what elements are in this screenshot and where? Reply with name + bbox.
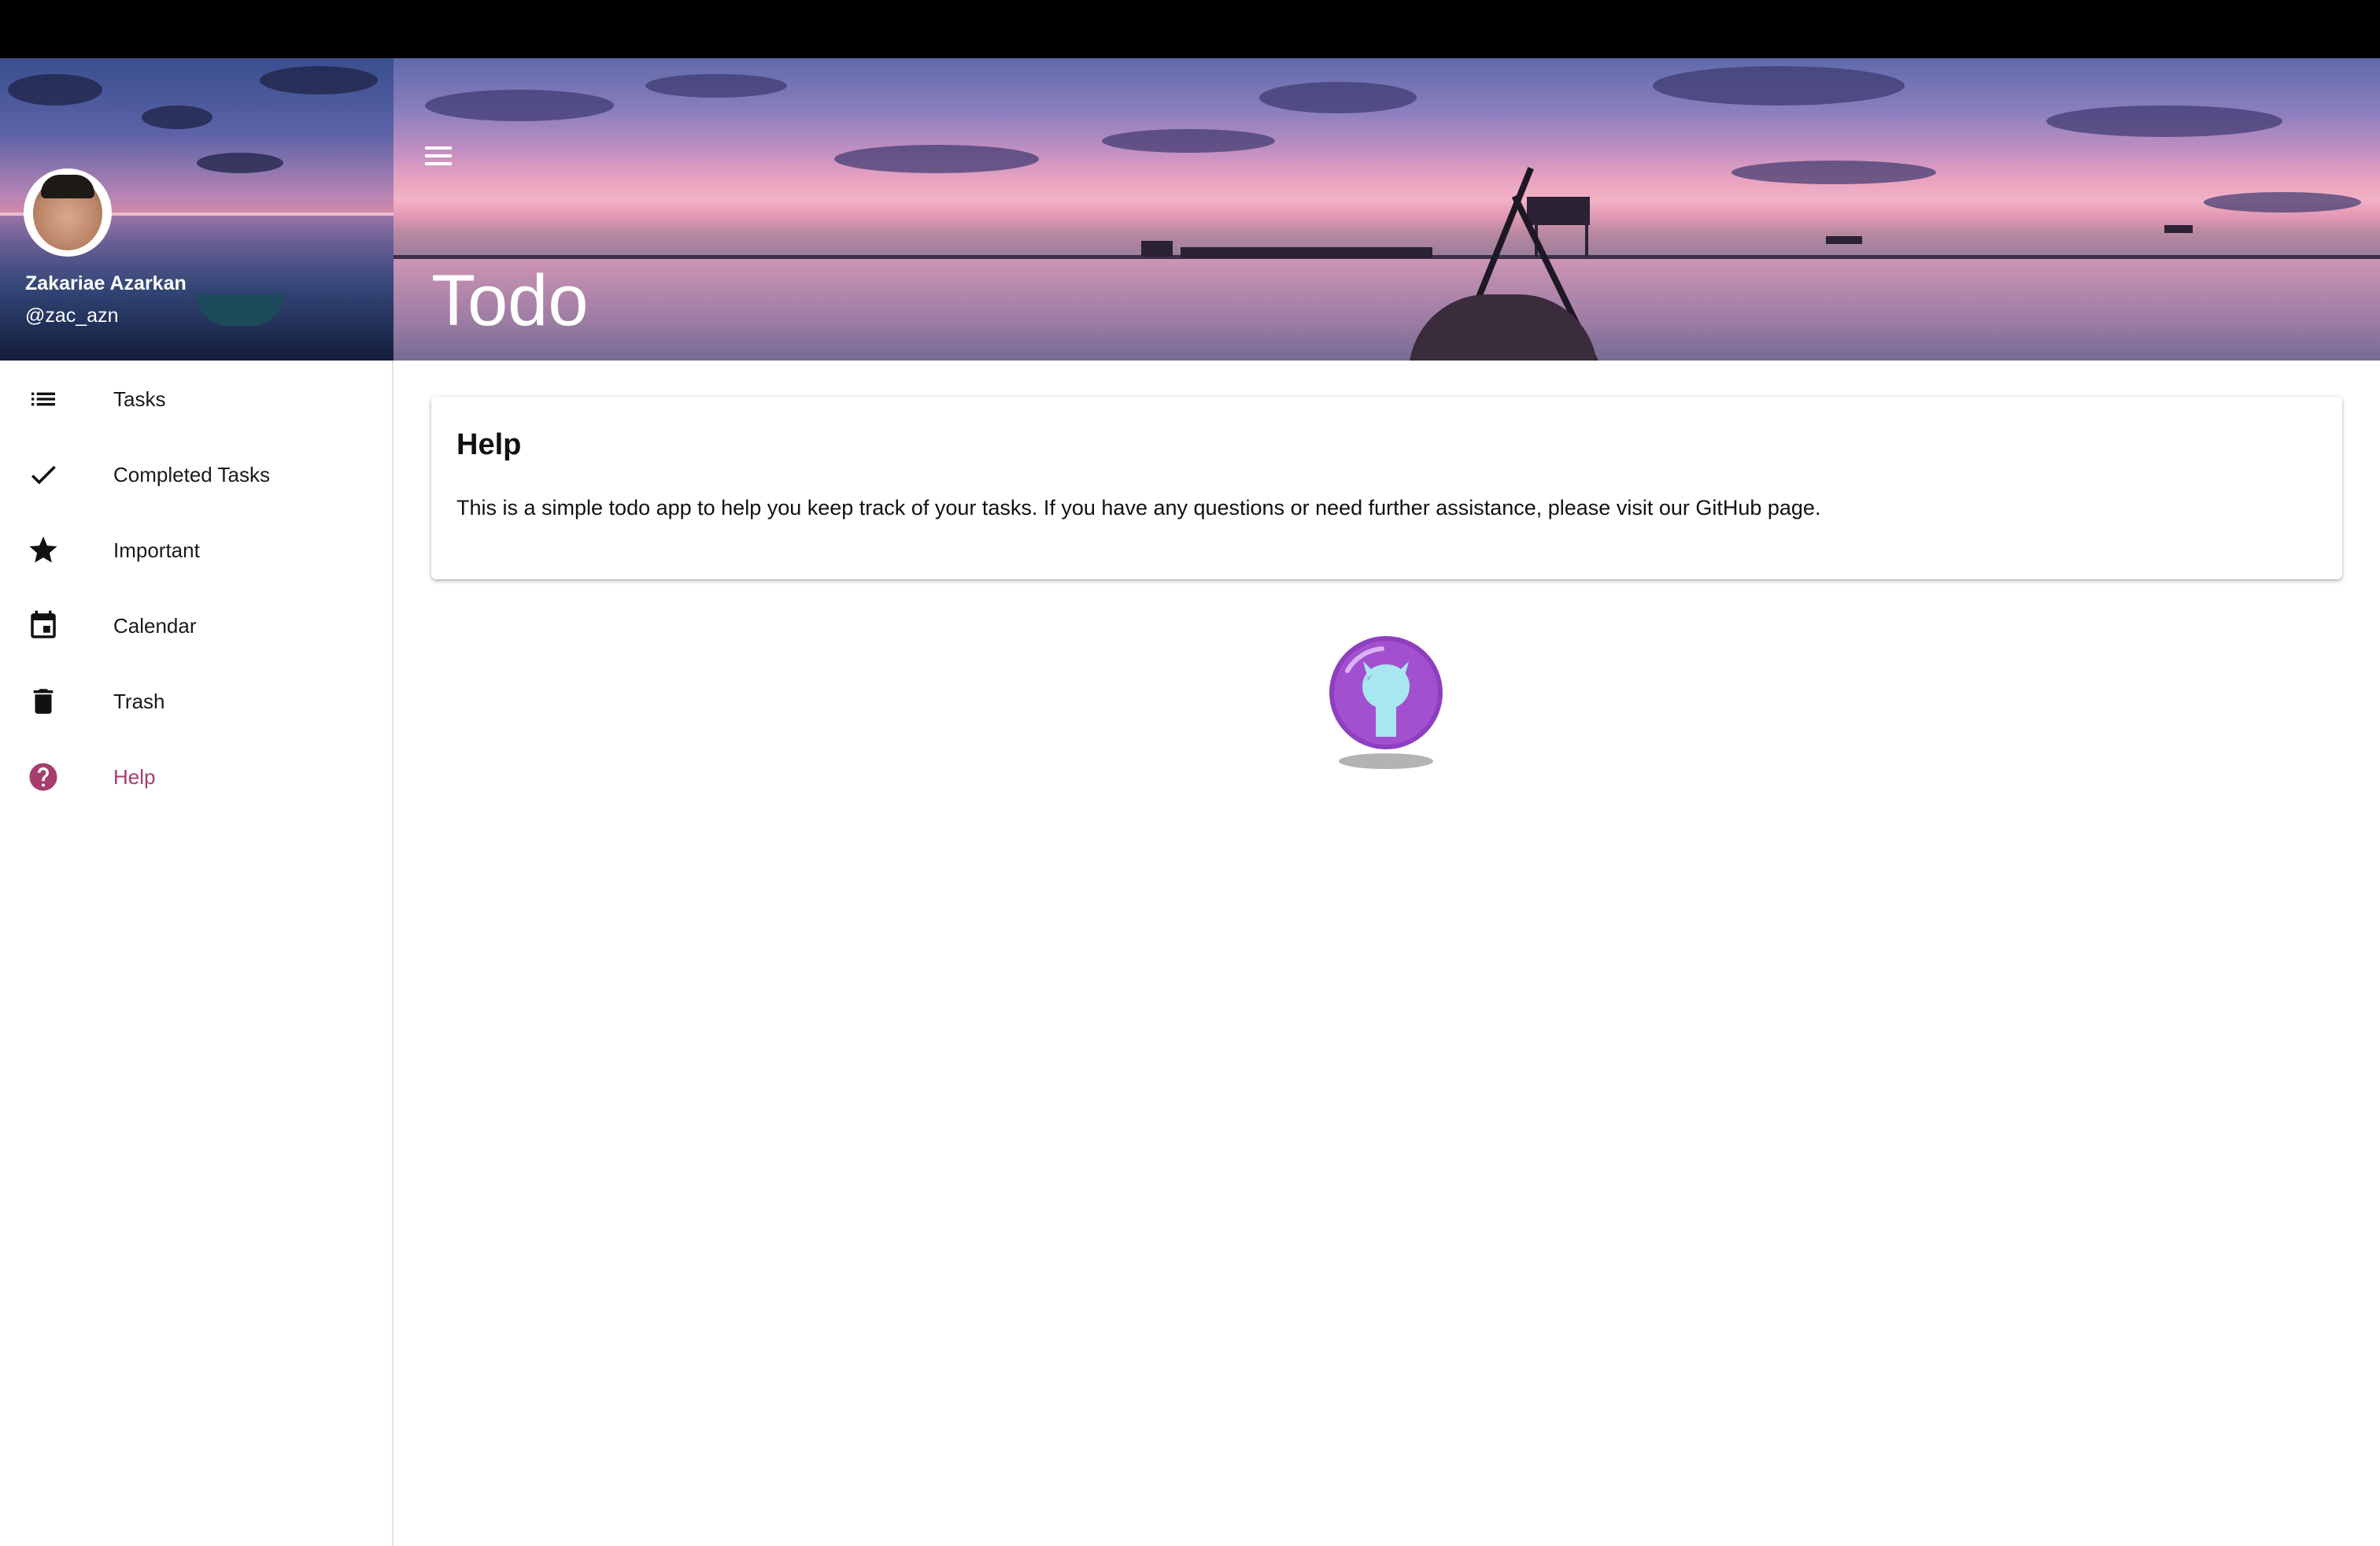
sidebar-nav: Tasks Completed Tasks Important Calendar — [0, 361, 392, 814]
sidebar-item-completed-tasks[interactable]: Completed Tasks — [0, 436, 392, 512]
sidebar-item-tasks[interactable]: Tasks — [0, 361, 392, 436]
sidebar-item-trash[interactable]: Trash — [0, 663, 392, 738]
trash-icon — [27, 685, 60, 718]
sidebar-item-label: Calendar — [113, 614, 197, 638]
github-link[interactable] — [1327, 633, 1445, 775]
help-card: Help This is a simple todo app to help y… — [431, 397, 2342, 579]
help-card-title: Help — [456, 428, 522, 461]
profile-handle: @zac_azn — [25, 305, 119, 327]
app-window: Zakariae Azarkan @zac_azn Tasks Complete… — [0, 58, 2380, 1546]
help-icon — [27, 760, 60, 793]
list-icon — [27, 383, 60, 416]
sidebar-item-label: Tasks — [113, 387, 166, 411]
menu-button[interactable] — [422, 140, 456, 172]
sidebar-item-label: Completed Tasks — [113, 463, 270, 486]
calendar-icon — [27, 609, 60, 642]
sidebar-item-help[interactable]: Help — [0, 738, 392, 814]
check-icon — [27, 458, 60, 491]
profile-name: Zakariae Azarkan — [25, 272, 187, 294]
top-black-bar — [0, 0, 2380, 58]
sidebar-item-important[interactable]: Important — [0, 512, 392, 587]
github-icon — [1329, 636, 1443, 769]
sidebar-item-label: Important — [113, 538, 200, 562]
avatar[interactable] — [24, 168, 112, 257]
star-icon — [27, 534, 60, 567]
help-card-body: This is a simple todo app to help you ke… — [456, 496, 1821, 520]
sidebar: Zakariae Azarkan @zac_azn Tasks Complete… — [0, 58, 394, 1546]
sidebar-item-calendar[interactable]: Calendar — [0, 587, 392, 663]
profile-banner: Zakariae Azarkan @zac_azn — [0, 58, 394, 361]
sidebar-item-label: Help — [113, 765, 156, 789]
sidebar-item-label: Trash — [113, 690, 165, 713]
header-banner — [394, 58, 2380, 361]
page-title: Todo — [431, 261, 589, 341]
header-date: Saturday 13 July 2024 — [431, 357, 682, 386]
